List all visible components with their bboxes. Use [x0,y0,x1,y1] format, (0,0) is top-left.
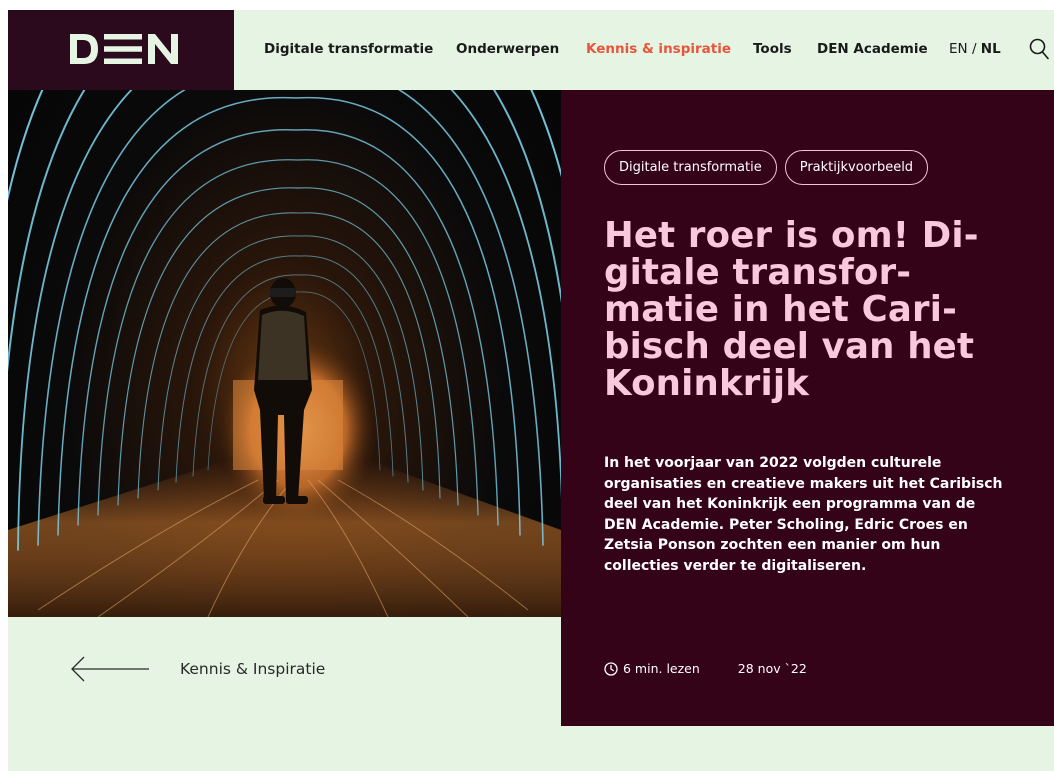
article-header-panel: Digitale transformatie Praktijkvoorbeeld… [561,90,1054,726]
article-title-line: Koninkrijk [604,363,810,404]
back-link-label: Kennis & Inspiratie [180,660,326,678]
search-icon[interactable] [1029,38,1049,60]
nav-item-den-academie[interactable]: DEN Academie [817,41,928,57]
tag-list: Digitale transformatie Praktijkvoorbeeld [604,150,929,185]
main-nav: Digitale transformatie Onderwerpen Kenni… [234,10,1054,90]
nav-item-tools[interactable]: Tools [753,41,792,57]
hero-image [8,10,561,617]
tag-praktijkvoorbeeld[interactable]: Praktijkvoorbeeld [784,150,929,185]
lang-nl-link[interactable]: NL [981,41,1001,57]
lang-separator: / [971,41,977,57]
read-time: 6 min. lezen [604,661,700,676]
publish-date: 28 nov `22 [737,661,807,676]
nav-item-onderwerpen[interactable]: Onderwerpen [456,41,559,57]
tag-digitale-transformatie[interactable]: Digitale transformatie [604,150,777,185]
article-title-line: gitale transfor- [604,252,912,293]
article-title-line: matie in het Cari- [604,289,958,330]
arrow-left-icon [71,656,149,682]
article-title: Het roer is om! Di- gitale transfor- mat… [604,217,1024,402]
article-title-line: Het roer is om! Di- [604,215,979,256]
logo-block[interactable] [8,10,234,90]
read-time-label: 6 min. lezen [623,661,700,676]
nav-item-kennis-inspiratie[interactable]: Kennis & inspiratie [586,41,731,57]
clock-icon [604,661,618,676]
nav-item-digitale-transformatie[interactable]: Digitale transformatie [264,41,433,57]
article-title-line: bisch deel van het [604,326,975,367]
article-lead: In het voorjaar van 2022 volgden culture… [604,455,1003,574]
language-switcher: EN / NL [949,41,1001,57]
page: Digitale transformatie Onderwerpen Kenni… [8,10,1054,771]
back-link[interactable]: Kennis & Inspiratie [70,655,325,683]
lang-en-link[interactable]: EN [949,41,968,57]
den-logo [70,34,178,64]
article-meta: 6 min. lezen 28 nov `22 [604,661,807,676]
